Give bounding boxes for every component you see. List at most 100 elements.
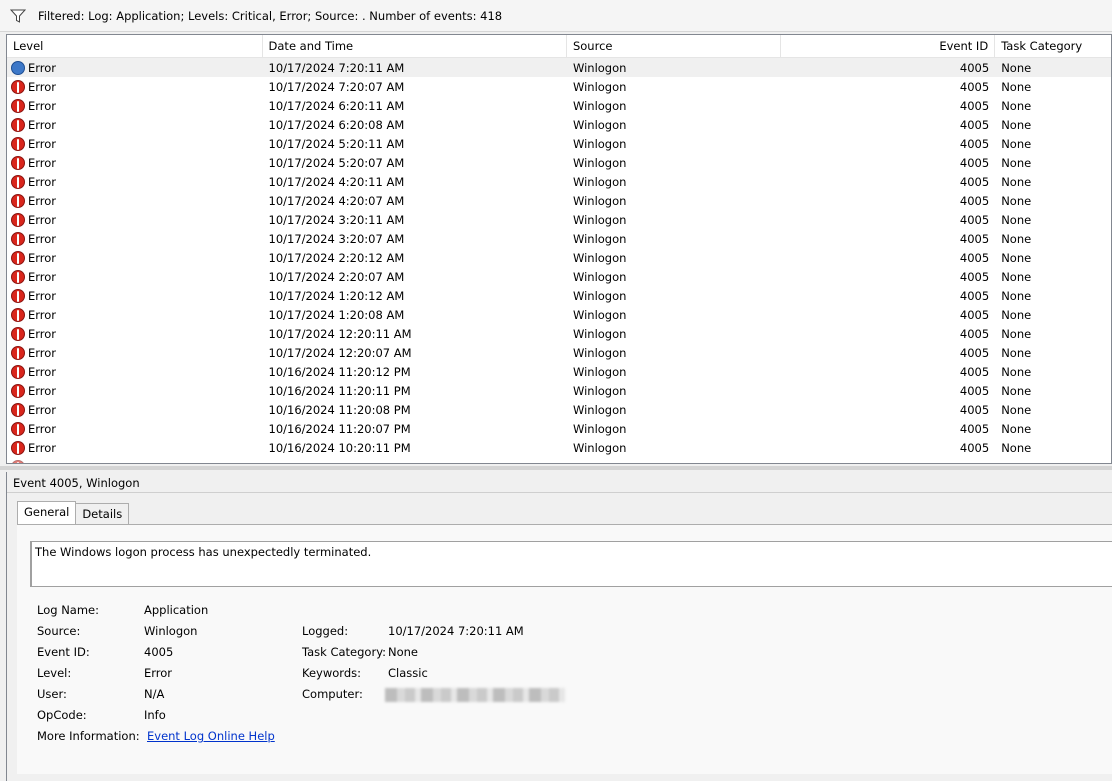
column-header-source[interactable]: Source: [567, 35, 781, 57]
cell-source: Winlogon: [572, 288, 627, 303]
table-row[interactable]: Error 10/17/2024 4:20:07 AM Winlogon 4005 No…: [7, 191, 1111, 210]
value-task-category: None: [388, 645, 419, 659]
cell-level: Error: [7, 98, 263, 113]
cell-task-category: None: [1001, 98, 1032, 113]
error-icon: [11, 79, 25, 94]
level-text: Error: [28, 364, 57, 379]
cell-event-id: 4005: [959, 136, 990, 151]
column-header-event-id[interactable]: Event ID: [781, 35, 996, 57]
cell-event-id: 4005: [959, 440, 990, 455]
cell-event-id: 4005: [959, 231, 990, 246]
cell-level: Error: [7, 60, 263, 75]
table-row[interactable]: Error 10/16/2024 11:20:07 PM Winlogon 4005 N…: [7, 419, 1111, 438]
table-row[interactable]: Error 10/17/2024 6:20:08 AM Winlogon 4005 No…: [7, 115, 1111, 134]
table-row[interactable]: Error 10/17/2024 1:20:12 AM Winlogon 4005 No…: [7, 286, 1111, 305]
cell-level: Error: [7, 79, 263, 94]
events-grid[interactable]: Level Date and Time Source Event ID Task…: [6, 34, 1112, 464]
column-header-task-category[interactable]: Task Category: [995, 35, 1111, 57]
table-row[interactable]: Error 10/17/2024 12:20:11 AM Winlogon 4005 N…: [7, 324, 1111, 343]
table-row[interactable]: Error 10/17/2024 7:20:07 AM Winlogon 4005 No…: [7, 77, 1111, 96]
label-opcode: OpCode:: [37, 708, 87, 722]
cell-task-category: None: [1001, 212, 1032, 227]
cell-source: Winlogon: [572, 79, 627, 94]
cell-source: Winlogon: [572, 136, 627, 151]
cell-date: 10/17/2024 7:20:11 AM: [268, 60, 405, 75]
level-text: Error: [28, 269, 57, 284]
tab-details[interactable]: Details: [75, 503, 130, 526]
cell-source: Winlogon: [572, 212, 627, 227]
value-logged: 10/17/2024 7:20:11 AM: [388, 624, 524, 638]
cell-level: Error: [7, 383, 263, 398]
table-row-partial[interactable]: [7, 457, 1111, 463]
level-text: Error: [28, 440, 57, 455]
cell-event-id: 4005: [959, 288, 990, 303]
column-header-level[interactable]: Level: [7, 35, 263, 57]
label-user: User:: [37, 687, 67, 701]
error-icon: [11, 174, 25, 189]
cell-event-id: 4005: [959, 345, 990, 360]
cell-task-category: None: [1001, 402, 1032, 417]
column-header-date[interactable]: Date and Time: [263, 35, 567, 57]
cell-source: Winlogon: [572, 440, 627, 455]
error-icon: [11, 231, 25, 246]
table-row[interactable]: Error 10/17/2024 3:20:11 AM Winlogon 4005 No…: [7, 210, 1111, 229]
event-log-online-help-link[interactable]: Event Log Online Help: [147, 729, 275, 743]
cell-event-id: 4005: [959, 155, 990, 170]
error-icon: [11, 307, 25, 322]
cell-task-category: None: [1001, 269, 1032, 284]
table-row[interactable]: Error 10/17/2024 4:20:11 AM Winlogon 4005 No…: [7, 172, 1111, 191]
table-row[interactable]: Error 10/17/2024 1:20:08 AM Winlogon 4005 No…: [7, 305, 1111, 324]
event-detail-pane: Event 4005, Winlogon General Details The…: [6, 472, 1112, 781]
cell-level: Error: [7, 269, 263, 284]
pane-splitter[interactable]: [0, 466, 1112, 470]
label-more-information: More Information:: [37, 729, 140, 743]
level-text: Error: [28, 383, 57, 398]
table-row[interactable]: Error 10/17/2024 6:20:11 AM Winlogon 4005 No…: [7, 96, 1111, 115]
table-row[interactable]: Error 10/17/2024 2:20:07 AM Winlogon 4005 No…: [7, 267, 1111, 286]
cell-source: Winlogon: [572, 421, 627, 436]
cell-level: Error: [7, 117, 263, 132]
cell-date: 10/17/2024 4:20:11 AM: [268, 174, 405, 189]
cell-level: Error: [7, 421, 263, 436]
cell-date: 10/17/2024 5:20:07 AM: [268, 155, 405, 170]
table-row[interactable]: Error 10/16/2024 11:20:11 PM Winlogon 4005 N…: [7, 381, 1111, 400]
value-event-id: 4005: [144, 645, 174, 659]
table-row[interactable]: Error 10/16/2024 11:20:08 PM Winlogon 4005 N…: [7, 400, 1111, 419]
table-row[interactable]: Error 10/17/2024 2:20:12 AM Winlogon 4005 No…: [7, 248, 1111, 267]
error-icon: [11, 402, 25, 417]
table-row[interactable]: Error 10/17/2024 5:20:11 AM Winlogon 4005 No…: [7, 134, 1111, 153]
cell-date: 10/17/2024 12:20:11 AM: [268, 326, 412, 341]
label-logged: Logged:: [302, 624, 349, 638]
level-text: Error: [28, 250, 57, 265]
cell-level: Error: [7, 250, 263, 265]
tab-general[interactable]: General: [17, 501, 77, 526]
table-row[interactable]: Error 10/17/2024 5:20:07 AM Winlogon 4005 No…: [7, 153, 1111, 172]
cell-task-category: None: [1001, 383, 1032, 398]
cell-event-id: 4005: [959, 174, 990, 189]
filter-description: Filtered: Log: Application; Levels: Crit…: [38, 8, 503, 23]
error-icon: [11, 345, 25, 360]
error-icon: [11, 440, 25, 455]
cell-date: 10/17/2024 2:20:12 AM: [268, 250, 405, 265]
cell-date: 10/17/2024 1:20:12 AM: [268, 288, 405, 303]
cell-task-category: None: [1001, 193, 1032, 208]
table-row[interactable]: Error 10/16/2024 11:20:12 PM Winlogon 4005 N…: [7, 362, 1111, 381]
level-text: Error: [28, 193, 57, 208]
table-row[interactable]: Error 10/17/2024 3:20:07 AM Winlogon 4005 No…: [7, 229, 1111, 248]
error-icon: [11, 288, 25, 303]
cell-source: Winlogon: [572, 345, 627, 360]
cell-level: Error: [7, 440, 263, 455]
table-row[interactable]: Error 10/16/2024 10:20:11 PM Winlogon 4005 N…: [7, 438, 1111, 457]
cell-level: Error: [7, 288, 263, 303]
level-text: Error: [28, 155, 57, 170]
value-source: Winlogon: [144, 624, 198, 638]
event-description[interactable]: The Windows logon process has unexpected…: [30, 541, 1112, 587]
level-text: Error: [28, 174, 57, 189]
cell-event-id: 4005: [959, 98, 990, 113]
error-icon: [11, 212, 25, 227]
error-icon: [11, 364, 25, 379]
table-row[interactable]: Error 10/17/2024 7:20:11 AM Winlogon 4005 No…: [7, 58, 1111, 77]
cell-source: Winlogon: [572, 117, 627, 132]
cell-task-category: None: [1001, 307, 1032, 322]
table-row[interactable]: Error 10/17/2024 12:20:07 AM Winlogon 4005 N…: [7, 343, 1111, 362]
